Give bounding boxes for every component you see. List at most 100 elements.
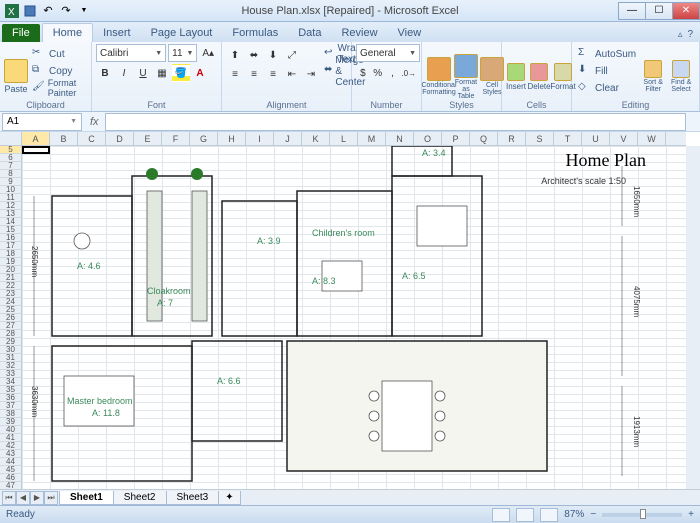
save-icon[interactable] (22, 3, 38, 19)
formula-input[interactable] (105, 113, 686, 131)
tab-review[interactable]: Review (331, 24, 387, 42)
comma-icon[interactable]: , (386, 64, 400, 82)
zoom-out-icon[interactable]: − (590, 509, 596, 520)
view-layout-icon[interactable] (516, 508, 534, 522)
zoom-slider[interactable] (602, 513, 682, 517)
merge-icon: ⬌ (324, 64, 332, 78)
redo-icon[interactable]: ↷ (58, 3, 74, 19)
sheet-tab-2[interactable]: Sheet2 (113, 491, 167, 505)
col-header[interactable]: C (78, 132, 106, 145)
view-normal-icon[interactable] (492, 508, 510, 522)
tab-data[interactable]: Data (288, 24, 331, 42)
col-header[interactable]: G (190, 132, 218, 145)
italic-button[interactable]: I (115, 64, 133, 82)
indent-dec-icon[interactable]: ⇤ (283, 65, 301, 83)
col-header[interactable]: J (274, 132, 302, 145)
align-top-icon[interactable]: ⬆ (226, 46, 244, 64)
col-header[interactable]: W (638, 132, 666, 145)
col-header[interactable]: K (302, 132, 330, 145)
active-cell[interactable] (22, 146, 50, 154)
insert-icon (507, 63, 525, 81)
horizontal-scrollbar[interactable] (340, 491, 686, 505)
percent-icon[interactable]: % (371, 64, 385, 82)
help-icon[interactable]: ? (684, 29, 696, 40)
cells-area[interactable] (22, 146, 686, 489)
zoom-label: 87% (564, 509, 584, 520)
col-header[interactable]: A (22, 132, 50, 145)
col-header[interactable]: F (162, 132, 190, 145)
align-middle-icon[interactable]: ⬌ (245, 46, 263, 64)
name-box[interactable]: A1▼ (2, 113, 82, 131)
tab-pagelayout[interactable]: Page Layout (141, 24, 223, 42)
ribbon-minimize-icon[interactable]: ▵ (678, 29, 683, 40)
vertical-scrollbar[interactable] (686, 146, 700, 489)
align-bottom-icon[interactable]: ⬇ (264, 46, 282, 64)
col-header[interactable]: S (526, 132, 554, 145)
orientation-icon[interactable]: ⤢ (283, 46, 301, 64)
col-header[interactable]: M (358, 132, 386, 145)
col-header[interactable]: N (386, 132, 414, 145)
bold-button[interactable]: B (96, 64, 114, 82)
group-alignment: ⬆ ⬌ ⬇ ⤢ ≡ ≡ ≡ ⇤ ⇥ ↩Wrap Text ⬌Merge & Ce… (222, 42, 352, 111)
fx-icon[interactable]: fx (84, 116, 105, 128)
tab-home[interactable]: Home (42, 23, 93, 42)
tab-file[interactable]: File (2, 24, 40, 42)
col-header[interactable]: P (442, 132, 470, 145)
clear-button[interactable]: ◇Clear (576, 80, 638, 96)
font-name-combo[interactable]: Calibri▼ (96, 44, 166, 62)
maximize-button[interactable]: ☐ (645, 2, 673, 20)
window-title: House Plan.xlsx [Repaired] - Microsoft E… (241, 5, 458, 17)
font-color-button[interactable]: A (191, 64, 209, 82)
grow-font-icon[interactable]: A▴ (199, 44, 217, 62)
copy-button[interactable]: ⧉Copy (30, 63, 87, 79)
tab-insert[interactable]: Insert (93, 24, 141, 42)
sheet-last-icon[interactable]: ⏭ (44, 491, 58, 505)
tab-view[interactable]: View (388, 24, 432, 42)
minimize-button[interactable]: — (618, 2, 646, 20)
number-format-combo[interactable]: General▼ (356, 44, 420, 62)
row-header[interactable]: 47 (0, 482, 21, 489)
col-header[interactable]: I (246, 132, 274, 145)
border-button[interactable]: ▦ (153, 64, 171, 82)
cut-button[interactable]: ✂Cut (30, 46, 87, 62)
copy-icon: ⧉ (32, 64, 46, 78)
align-center-icon[interactable]: ≡ (245, 65, 263, 83)
inc-decimal-icon[interactable]: .0→ (400, 64, 417, 82)
col-header[interactable]: L (330, 132, 358, 145)
col-header[interactable]: V (610, 132, 638, 145)
col-header[interactable]: T (554, 132, 582, 145)
col-header[interactable]: Q (470, 132, 498, 145)
qat-dropdown-icon[interactable]: ▼ (76, 3, 92, 19)
sheet-tab-3[interactable]: Sheet3 (166, 491, 220, 505)
undo-icon[interactable]: ↶ (40, 3, 56, 19)
col-header[interactable]: D (106, 132, 134, 145)
align-left-icon[interactable]: ≡ (226, 65, 244, 83)
view-break-icon[interactable] (540, 508, 558, 522)
autosum-button[interactable]: ΣAutoSum (576, 46, 638, 62)
col-header[interactable]: R (498, 132, 526, 145)
currency-icon[interactable]: $ (356, 64, 370, 82)
sheet-first-icon[interactable]: ⏮ (2, 491, 16, 505)
zoom-in-icon[interactable]: + (688, 509, 694, 520)
excel-icon[interactable]: X (4, 3, 20, 19)
font-size-combo[interactable]: 11▼ (168, 44, 197, 62)
sheet-next-icon[interactable]: ▶ (30, 491, 44, 505)
col-header[interactable]: U (582, 132, 610, 145)
close-button[interactable]: ✕ (672, 2, 700, 20)
sheet-prev-icon[interactable]: ◀ (16, 491, 30, 505)
select-all-corner[interactable] (0, 132, 22, 146)
worksheet-grid[interactable]: ABCDEFGHIJKLMNOPQRSTUVW 5678910111213141… (0, 132, 700, 489)
tab-formulas[interactable]: Formulas (222, 24, 288, 42)
fill-button[interactable]: ⬇Fill (576, 63, 638, 79)
col-header[interactable]: H (218, 132, 246, 145)
underline-button[interactable]: U (134, 64, 152, 82)
fill-color-button[interactable]: 🪣 (172, 64, 190, 82)
sheet-tab-1[interactable]: Sheet1 (59, 491, 114, 505)
col-header[interactable]: B (50, 132, 78, 145)
col-header[interactable]: O (414, 132, 442, 145)
indent-inc-icon[interactable]: ⇥ (302, 65, 320, 83)
sheet-new-icon[interactable]: ✦ (218, 491, 240, 505)
format-painter-button[interactable]: 🖌Format Painter (30, 80, 87, 96)
col-header[interactable]: E (134, 132, 162, 145)
align-right-icon[interactable]: ≡ (264, 65, 282, 83)
